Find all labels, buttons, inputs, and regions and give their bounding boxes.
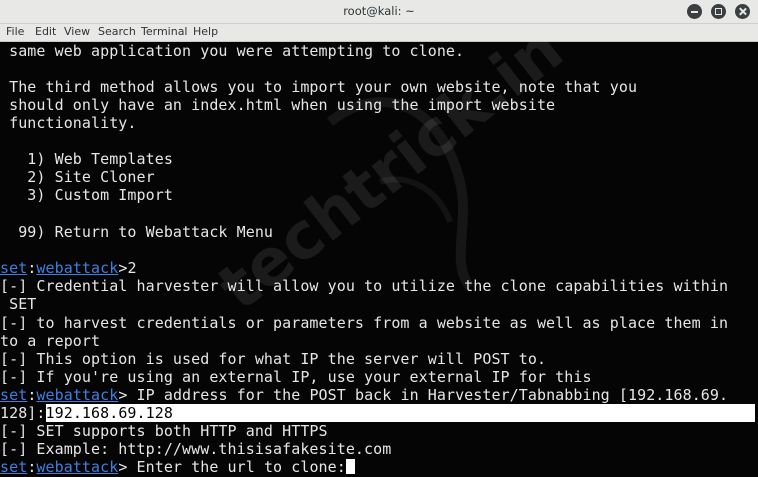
output-line: to a report bbox=[0, 332, 101, 350]
menu-help[interactable]: Help bbox=[193, 25, 218, 38]
prompt-module: webattack bbox=[36, 458, 119, 476]
menu-option-web-templates: 1) Web Templates bbox=[0, 150, 173, 168]
window-title: root@kali: ~ bbox=[343, 4, 415, 18]
menu-edit[interactable]: Edit bbox=[35, 25, 56, 38]
menu-option-site-cloner: 2) Site Cloner bbox=[0, 168, 155, 186]
output-line: [-] Credential harvester will allow you … bbox=[0, 277, 729, 295]
output-line: should only have an index.html when usin… bbox=[0, 96, 556, 114]
prompt-app: set bbox=[0, 259, 28, 277]
prompt-line: set:webattack> Enter the url to clone: bbox=[0, 458, 355, 476]
output-line: [-] If you're using an external IP, use … bbox=[0, 368, 592, 386]
output-line: [-] Example: http://www.thisisafakesite.… bbox=[0, 440, 392, 458]
ip-input-line: 128]:192.168.69.128 bbox=[0, 404, 755, 422]
output-line: SET bbox=[0, 295, 37, 313]
output-line: [-] This option is used for what IP the … bbox=[0, 350, 547, 368]
menu-option-custom-import: 3) Custom Import bbox=[0, 186, 173, 204]
prompt-app: set bbox=[0, 458, 28, 476]
prompt-module: webattack bbox=[36, 386, 119, 404]
user-input: >2 bbox=[118, 259, 137, 277]
close-icon[interactable] bbox=[735, 4, 750, 19]
prompt-line: set:webattack> IP address for the POST b… bbox=[0, 386, 729, 404]
menu-view[interactable]: View bbox=[64, 25, 90, 38]
prompt-line: set:webattack>2 bbox=[0, 259, 137, 277]
menu-terminal[interactable]: Terminal bbox=[141, 25, 188, 38]
maximize-icon[interactable] bbox=[711, 4, 726, 19]
output-line: The third method allows you to import yo… bbox=[0, 78, 638, 96]
menu-search[interactable]: Search bbox=[98, 25, 136, 38]
output-line: [-] SET supports both HTTP and HTTPS bbox=[0, 422, 328, 440]
selected-ip-input[interactable]: 192.168.69.128 bbox=[45, 404, 755, 422]
menu-option-return: 99) Return to Webattack Menu bbox=[0, 223, 274, 241]
menu-file[interactable]: File bbox=[6, 25, 24, 38]
prompt-text: 128]: bbox=[0, 404, 46, 422]
minimize-icon[interactable] bbox=[687, 4, 702, 19]
title-bar: root@kali: ~ bbox=[0, 0, 758, 24]
terminal-cursor[interactable] bbox=[345, 459, 355, 474]
prompt-text: > Enter the url to clone: bbox=[118, 458, 346, 476]
output-line: same web application you were attempting… bbox=[0, 42, 465, 60]
prompt-module: webattack bbox=[36, 259, 119, 277]
menu-bar: File Edit View Search Terminal Help bbox=[0, 24, 758, 42]
prompt-app: set bbox=[0, 386, 28, 404]
terminal-output[interactable]: techtrick.in same web application you we… bbox=[0, 42, 758, 477]
prompt-text: > IP address for the POST back in Harves… bbox=[118, 386, 729, 404]
output-line: [-] to harvest credentials or parameters… bbox=[0, 314, 729, 332]
output-line: functionality. bbox=[0, 114, 137, 132]
